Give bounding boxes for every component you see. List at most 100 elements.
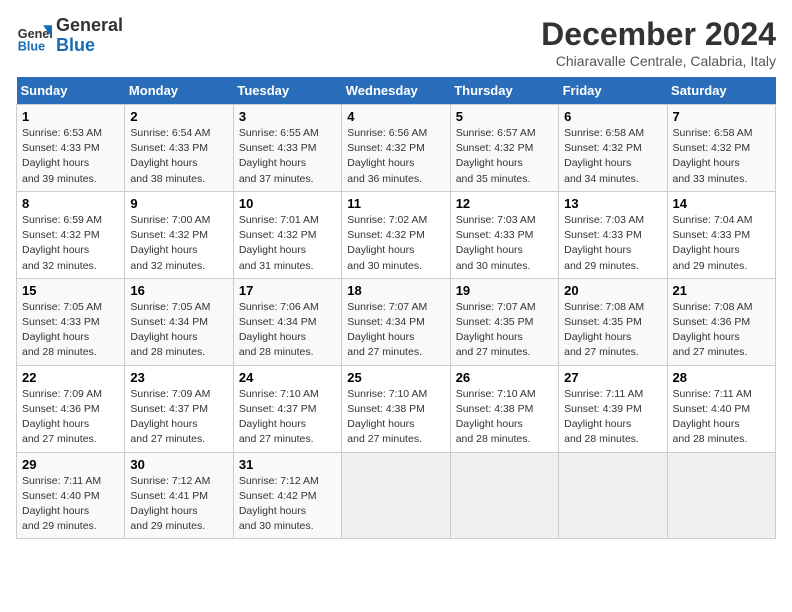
calendar-week-3: 15Sunrise: 7:05 AMSunset: 4:33 PMDayligh… bbox=[17, 278, 776, 365]
day-number: 3 bbox=[239, 109, 336, 124]
day-number: 26 bbox=[456, 370, 553, 385]
calendar-body: 1 Sunrise: 6:53 AMSunset: 4:33 PMDaylight… bbox=[17, 105, 776, 539]
calendar-cell: 10Sunrise: 7:01 AMSunset: 4:32 PMDayligh… bbox=[233, 191, 341, 278]
day-info: Sunrise: 6:58 AMSunset: 4:32 PMDaylight … bbox=[564, 126, 661, 187]
calendar-cell: 7 Sunrise: 6:58 AMSunset: 4:32 PMDaylight… bbox=[667, 105, 775, 192]
logo-icon: General Blue bbox=[16, 18, 52, 54]
day-info: Sunrise: 6:53 AMSunset: 4:33 PMDaylight … bbox=[22, 126, 119, 187]
day-info: Sunrise: 7:12 AMSunset: 4:41 PMDaylight … bbox=[130, 474, 227, 535]
day-number: 16 bbox=[130, 283, 227, 298]
day-info: Sunrise: 7:10 AMSunset: 4:38 PMDaylight … bbox=[347, 387, 444, 448]
day-number: 21 bbox=[673, 283, 770, 298]
day-info: Sunrise: 7:11 AMSunset: 4:39 PMDaylight … bbox=[564, 387, 661, 448]
day-info: Sunrise: 7:07 AMSunset: 4:34 PMDaylight … bbox=[347, 300, 444, 361]
day-info: Sunrise: 7:00 AMSunset: 4:32 PMDaylight … bbox=[130, 213, 227, 274]
calendar-cell: 8 Sunrise: 6:59 AMSunset: 4:32 PMDaylight… bbox=[17, 191, 125, 278]
calendar-cell: 18 Sunrise: 7:07 AMSunset: 4:34 PMDayligh… bbox=[342, 278, 450, 365]
day-info: Sunrise: 6:54 AMSunset: 4:33 PMDaylight … bbox=[130, 126, 227, 187]
day-number: 31 bbox=[239, 457, 336, 472]
day-info: Sunrise: 7:02 AMSunset: 4:32 PMDaylight … bbox=[347, 213, 444, 274]
calendar-cell: 28 Sunrise: 7:11 AMSunset: 4:40 PMDayligh… bbox=[667, 365, 775, 452]
day-info: Sunrise: 7:03 AMSunset: 4:33 PMDaylight … bbox=[564, 213, 661, 274]
calendar-cell: 9Sunrise: 7:00 AMSunset: 4:32 PMDaylight… bbox=[125, 191, 233, 278]
day-info: Sunrise: 7:12 AMSunset: 4:42 PMDaylight … bbox=[239, 474, 336, 535]
calendar-cell bbox=[342, 452, 450, 539]
calendar-cell: 31 Sunrise: 7:12 AMSunset: 4:42 PMDayligh… bbox=[233, 452, 341, 539]
day-info: Sunrise: 7:08 AMSunset: 4:35 PMDaylight … bbox=[564, 300, 661, 361]
day-number: 1 bbox=[22, 109, 119, 124]
calendar-cell: 23 Sunrise: 7:09 AMSunset: 4:37 PMDayligh… bbox=[125, 365, 233, 452]
day-info: Sunrise: 7:05 AMSunset: 4:33 PMDaylight … bbox=[22, 300, 119, 361]
day-info: Sunrise: 6:59 AMSunset: 4:32 PMDaylight … bbox=[22, 213, 119, 274]
day-info: Sunrise: 7:10 AMSunset: 4:38 PMDaylight … bbox=[456, 387, 553, 448]
day-info: Sunrise: 7:10 AMSunset: 4:37 PMDaylight … bbox=[239, 387, 336, 448]
day-number: 10 bbox=[239, 196, 336, 211]
header: General Blue General Blue December 2024 … bbox=[16, 16, 776, 69]
day-number: 2 bbox=[130, 109, 227, 124]
logo: General Blue General Blue bbox=[16, 16, 123, 56]
day-number: 14 bbox=[673, 196, 770, 211]
calendar-cell: 27 Sunrise: 7:11 AMSunset: 4:39 PMDayligh… bbox=[559, 365, 667, 452]
calendar-cell: 20 Sunrise: 7:08 AMSunset: 4:35 PMDayligh… bbox=[559, 278, 667, 365]
calendar-cell bbox=[450, 452, 558, 539]
calendar-cell: 26 Sunrise: 7:10 AMSunset: 4:38 PMDayligh… bbox=[450, 365, 558, 452]
day-number: 13 bbox=[564, 196, 661, 211]
page-subtitle: Chiaravalle Centrale, Calabria, Italy bbox=[541, 53, 776, 69]
calendar-cell: 16 Sunrise: 7:05 AMSunset: 4:34 PMDayligh… bbox=[125, 278, 233, 365]
calendar-week-1: 1 Sunrise: 6:53 AMSunset: 4:33 PMDaylight… bbox=[17, 105, 776, 192]
day-number: 17 bbox=[239, 283, 336, 298]
page-title: December 2024 bbox=[541, 16, 776, 53]
day-number: 20 bbox=[564, 283, 661, 298]
calendar-cell: 11 Sunrise: 7:02 AMSunset: 4:32 PMDayligh… bbox=[342, 191, 450, 278]
day-info: Sunrise: 7:07 AMSunset: 4:35 PMDaylight … bbox=[456, 300, 553, 361]
day-info: Sunrise: 6:58 AMSunset: 4:32 PMDaylight … bbox=[673, 126, 770, 187]
calendar-cell: 15Sunrise: 7:05 AMSunset: 4:33 PMDayligh… bbox=[17, 278, 125, 365]
day-number: 24 bbox=[239, 370, 336, 385]
calendar-cell: 25 Sunrise: 7:10 AMSunset: 4:38 PMDayligh… bbox=[342, 365, 450, 452]
day-number: 25 bbox=[347, 370, 444, 385]
day-number: 7 bbox=[673, 109, 770, 124]
calendar-header-saturday: Saturday bbox=[667, 77, 775, 105]
title-block: December 2024 Chiaravalle Centrale, Cala… bbox=[541, 16, 776, 69]
day-info: Sunrise: 7:05 AMSunset: 4:34 PMDaylight … bbox=[130, 300, 227, 361]
day-info: Sunrise: 7:09 AMSunset: 4:36 PMDaylight … bbox=[22, 387, 119, 448]
day-number: 29 bbox=[22, 457, 119, 472]
day-number: 23 bbox=[130, 370, 227, 385]
day-info: Sunrise: 7:09 AMSunset: 4:37 PMDaylight … bbox=[130, 387, 227, 448]
day-info: Sunrise: 7:03 AMSunset: 4:33 PMDaylight … bbox=[456, 213, 553, 274]
calendar-cell: 2 Sunrise: 6:54 AMSunset: 4:33 PMDaylight… bbox=[125, 105, 233, 192]
day-number: 22 bbox=[22, 370, 119, 385]
day-number: 27 bbox=[564, 370, 661, 385]
calendar-cell: 6 Sunrise: 6:58 AMSunset: 4:32 PMDaylight… bbox=[559, 105, 667, 192]
day-info: Sunrise: 6:56 AMSunset: 4:32 PMDaylight … bbox=[347, 126, 444, 187]
calendar-week-2: 8 Sunrise: 6:59 AMSunset: 4:32 PMDaylight… bbox=[17, 191, 776, 278]
day-number: 11 bbox=[347, 196, 444, 211]
calendar-header-row: SundayMondayTuesdayWednesdayThursdayFrid… bbox=[17, 77, 776, 105]
day-number: 19 bbox=[456, 283, 553, 298]
day-number: 12 bbox=[456, 196, 553, 211]
calendar-cell: 13 Sunrise: 7:03 AMSunset: 4:33 PMDayligh… bbox=[559, 191, 667, 278]
calendar-cell bbox=[559, 452, 667, 539]
day-number: 28 bbox=[673, 370, 770, 385]
day-number: 5 bbox=[456, 109, 553, 124]
svg-text:Blue: Blue bbox=[18, 39, 45, 53]
day-info: Sunrise: 7:11 AMSunset: 4:40 PMDaylight … bbox=[22, 474, 119, 535]
logo-text: General Blue bbox=[56, 16, 123, 56]
day-info: Sunrise: 7:11 AMSunset: 4:40 PMDaylight … bbox=[673, 387, 770, 448]
calendar-cell: 4 Sunrise: 6:56 AMSunset: 4:32 PMDaylight… bbox=[342, 105, 450, 192]
calendar-cell: 14Sunrise: 7:04 AMSunset: 4:33 PMDayligh… bbox=[667, 191, 775, 278]
day-number: 18 bbox=[347, 283, 444, 298]
day-info: Sunrise: 6:57 AMSunset: 4:32 PMDaylight … bbox=[456, 126, 553, 187]
calendar-header-thursday: Thursday bbox=[450, 77, 558, 105]
calendar-cell: 5 Sunrise: 6:57 AMSunset: 4:32 PMDaylight… bbox=[450, 105, 558, 192]
calendar-cell: 3Sunrise: 6:55 AMSunset: 4:33 PMDaylight… bbox=[233, 105, 341, 192]
calendar-header-tuesday: Tuesday bbox=[233, 77, 341, 105]
calendar-table: SundayMondayTuesdayWednesdayThursdayFrid… bbox=[16, 77, 776, 539]
day-info: Sunrise: 7:06 AMSunset: 4:34 PMDaylight … bbox=[239, 300, 336, 361]
day-number: 30 bbox=[130, 457, 227, 472]
day-number: 8 bbox=[22, 196, 119, 211]
day-number: 4 bbox=[347, 109, 444, 124]
day-number: 6 bbox=[564, 109, 661, 124]
calendar-header-friday: Friday bbox=[559, 77, 667, 105]
calendar-cell: 30 Sunrise: 7:12 AMSunset: 4:41 PMDayligh… bbox=[125, 452, 233, 539]
